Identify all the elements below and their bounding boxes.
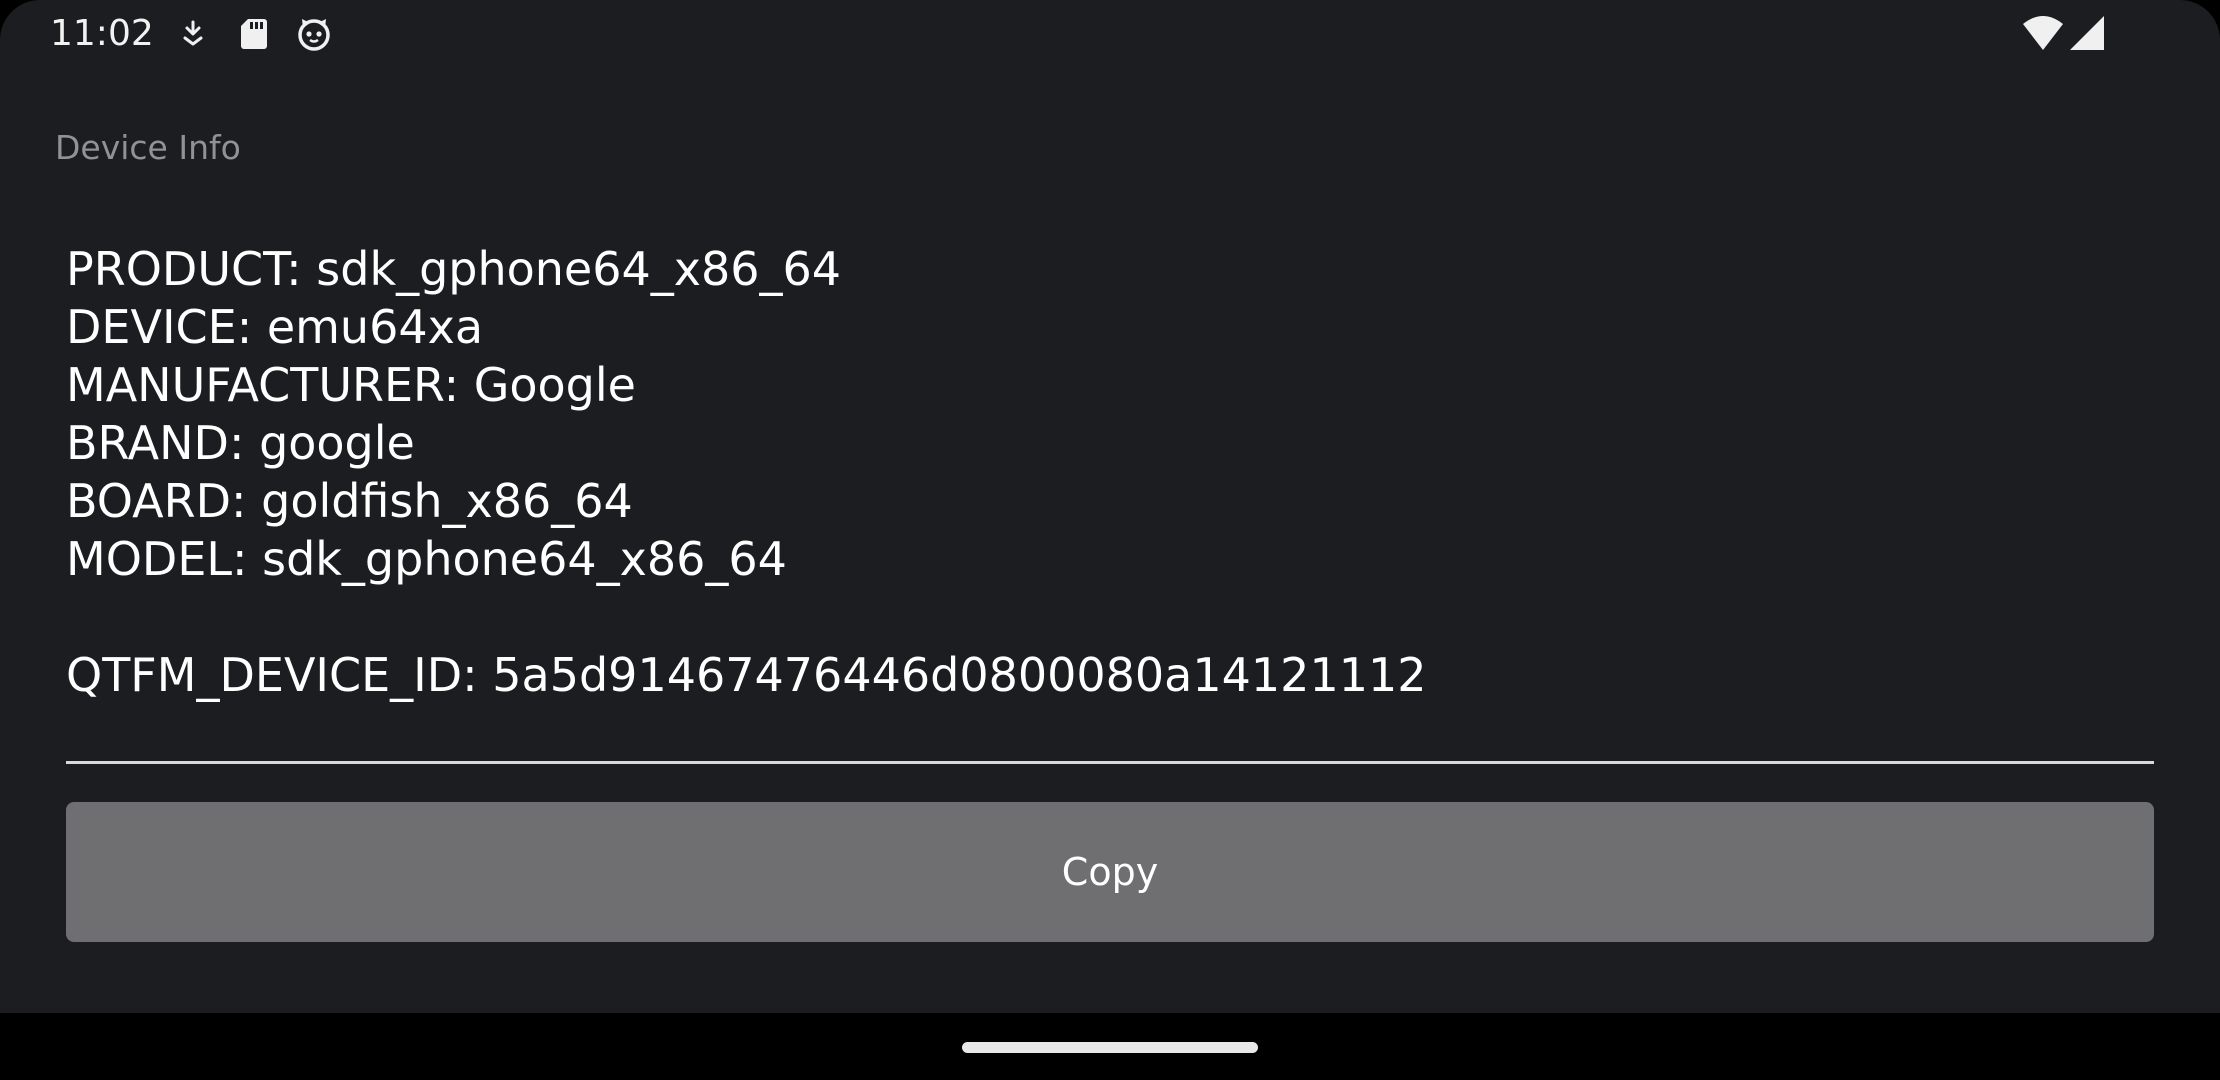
- cat-face-icon: [296, 16, 332, 52]
- text-field-underline: [66, 761, 2154, 764]
- info-line-blank: [66, 588, 2156, 646]
- status-bar: 11:02: [0, 0, 2220, 68]
- copy-button[interactable]: Copy: [66, 802, 2154, 942]
- info-line-brand: BRAND: google: [66, 416, 415, 470]
- navigation-bar: [0, 1013, 2220, 1080]
- device-info-screen: 11:02 Device Info PRODUCT: sdk_gphone64_…: [0, 0, 2220, 1080]
- sd-card-icon: [236, 16, 272, 52]
- status-clock: 11:02: [50, 13, 154, 54]
- info-line-product: PRODUCT: sdk_gphone64_x86_64: [66, 242, 842, 296]
- copy-button-label: Copy: [1061, 850, 1159, 894]
- download-icon: [175, 16, 211, 52]
- device-info-text[interactable]: PRODUCT: sdk_gphone64_x86_64 DEVICE: emu…: [66, 240, 2156, 704]
- info-line-board: BOARD: goldfish_x86_64: [66, 474, 633, 528]
- home-gesture-handle[interactable]: [962, 1042, 1258, 1053]
- info-line-manufacturer: MANUFACTURER: Google: [66, 358, 636, 412]
- info-line-model: MODEL: sdk_gphone64_x86_64: [66, 532, 787, 586]
- info-line-device-id: QTFM_DEVICE_ID: 5a5d91467476446d0800080a…: [66, 648, 1427, 702]
- dialog-title: Device Info: [55, 128, 241, 167]
- info-line-device: DEVICE: emu64xa: [66, 300, 484, 354]
- cellular-signal-icon: [2068, 14, 2106, 52]
- wifi-icon: [2022, 14, 2064, 52]
